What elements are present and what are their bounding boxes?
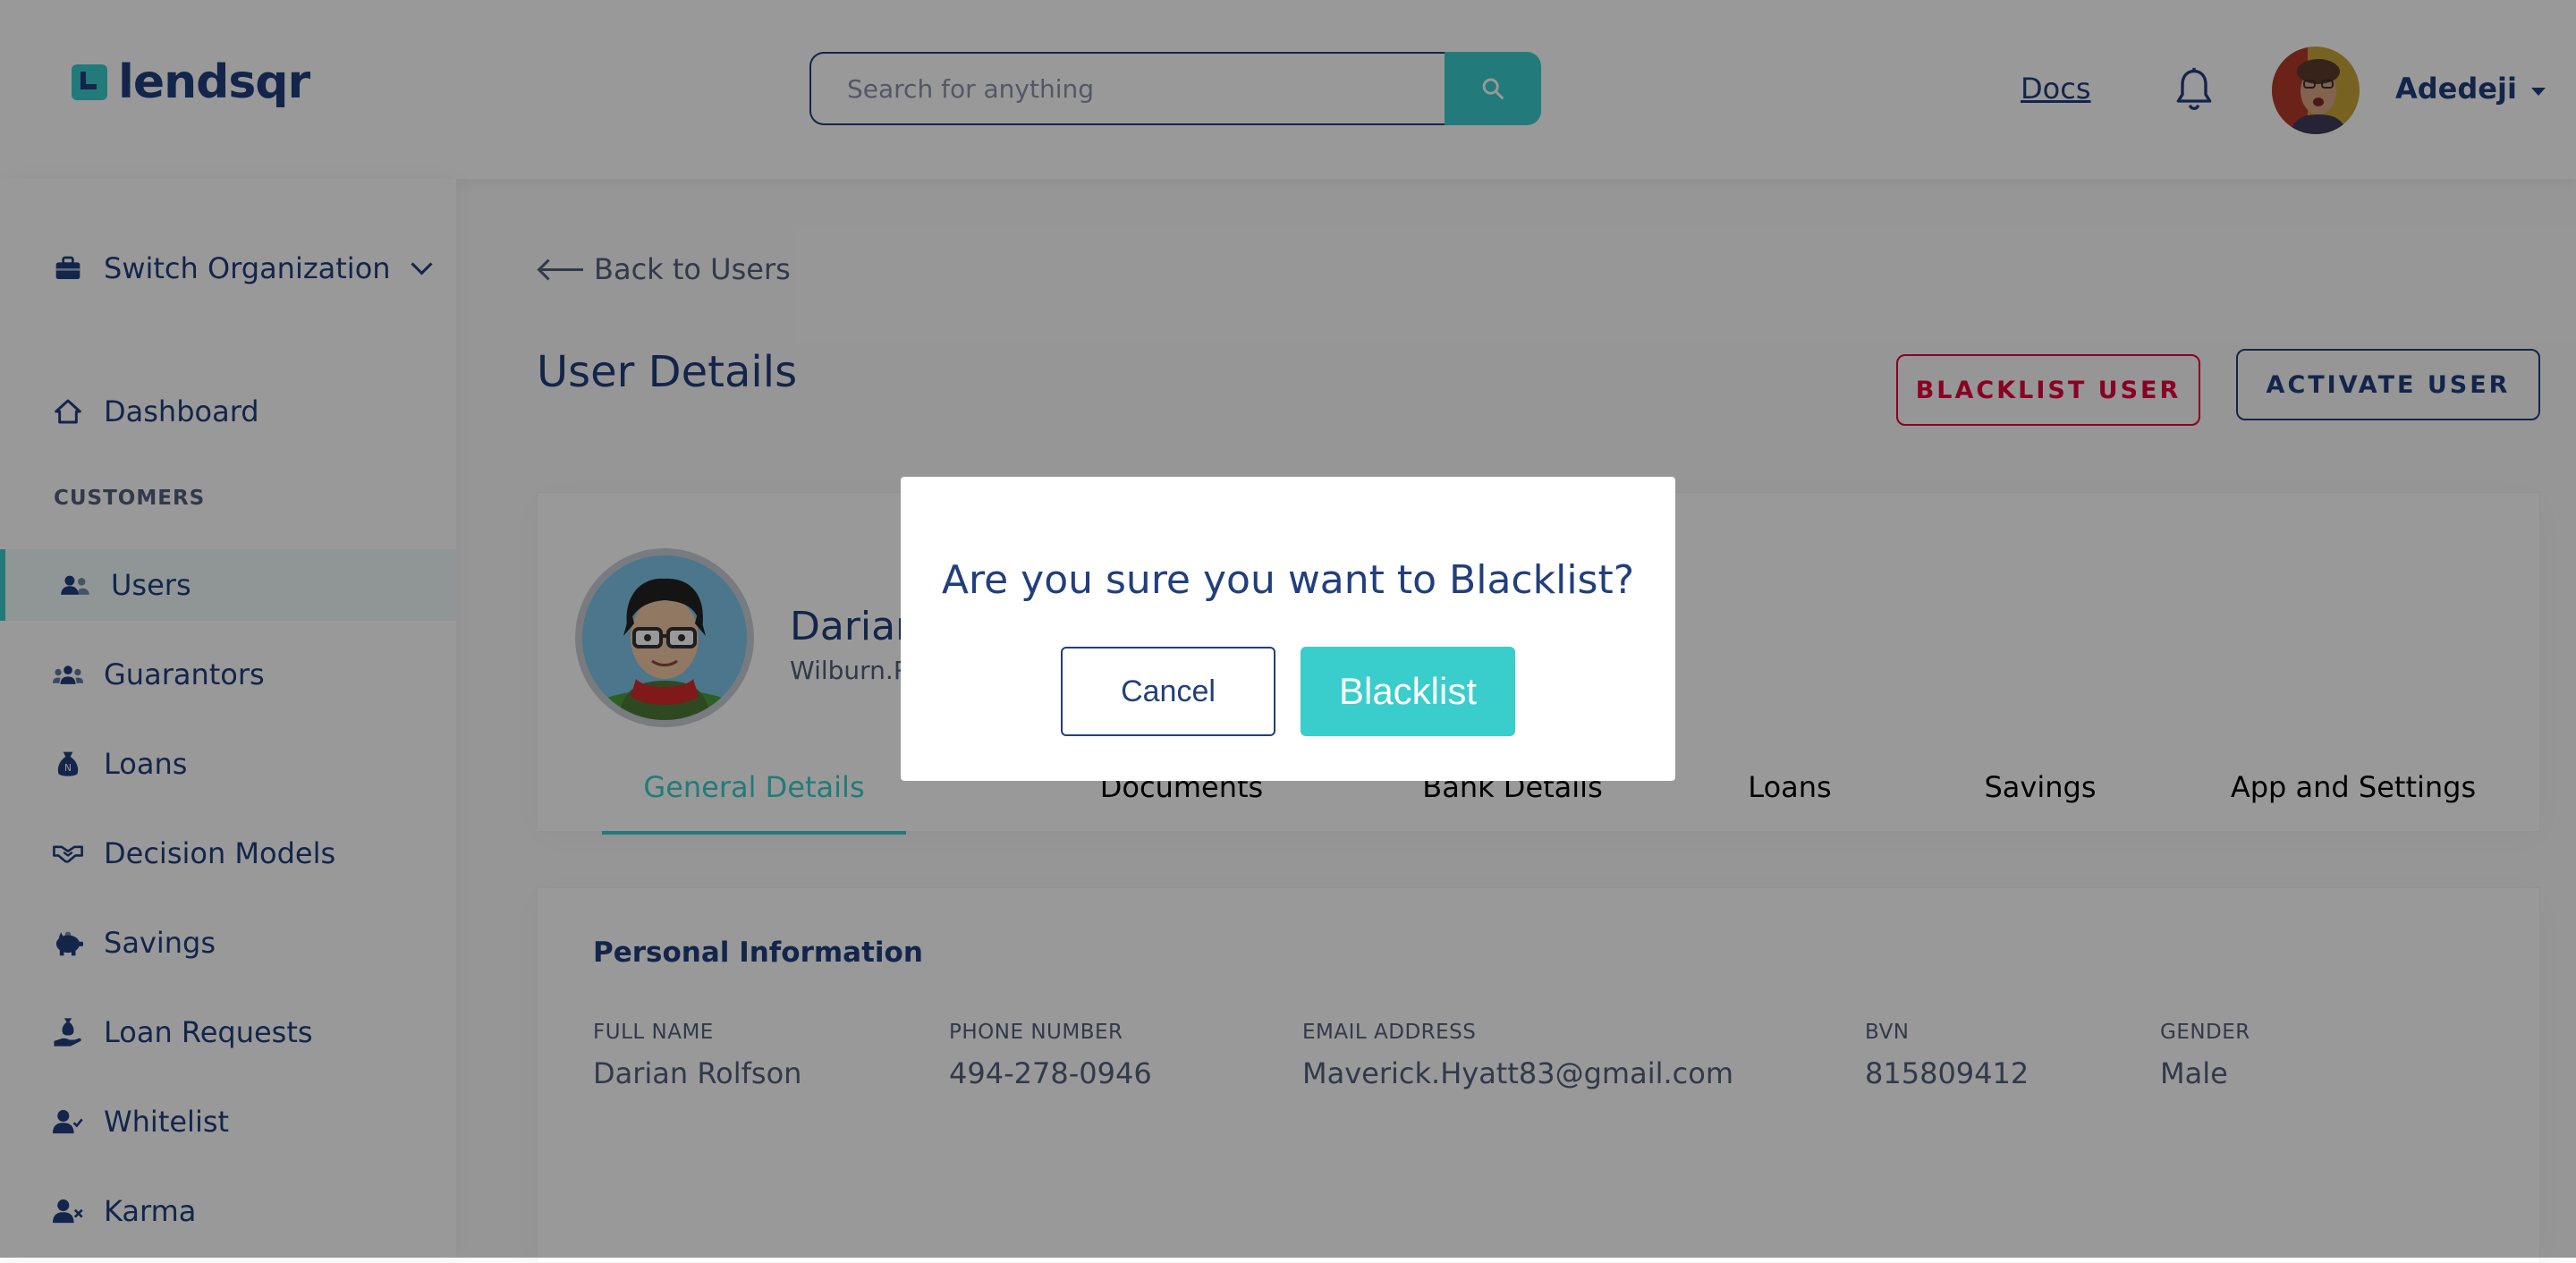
confirm-blacklist-button[interactable]: Blacklist	[1301, 647, 1515, 736]
modal-title: Are you sure you want to Blacklist?	[941, 557, 1635, 603]
blacklist-confirm-modal: Are you sure you want to Blacklist? Canc…	[901, 477, 1675, 781]
cancel-button[interactable]: Cancel	[1061, 647, 1275, 736]
